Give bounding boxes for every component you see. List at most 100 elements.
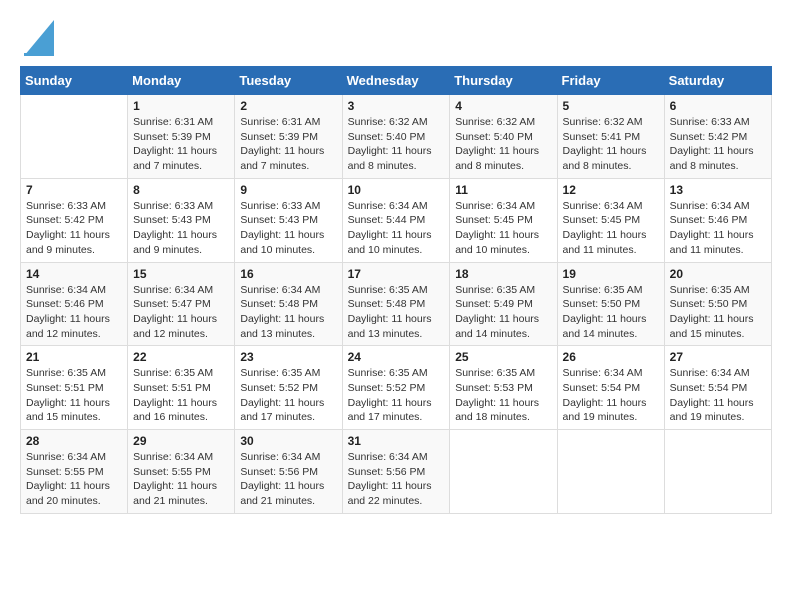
- day-number: 7: [26, 183, 122, 197]
- day-info: Sunrise: 6:34 AM Sunset: 5:55 PM Dayligh…: [26, 450, 122, 509]
- day-number: 5: [563, 99, 659, 113]
- day-cell: 8 Sunrise: 6:33 AM Sunset: 5:43 PM Daylig…: [128, 178, 235, 262]
- day-info: Sunrise: 6:34 AM Sunset: 5:46 PM Dayligh…: [670, 199, 766, 258]
- day-cell: 20 Sunrise: 6:35 AM Sunset: 5:50 PM Dayli…: [664, 262, 771, 346]
- day-number: 13: [670, 183, 766, 197]
- day-cell: 16 Sunrise: 6:34 AM Sunset: 5:48 PM Dayli…: [235, 262, 342, 346]
- day-cell: 6Sunrise: 6:33 AM Sunset: 5:42 PM Daylig…: [664, 95, 771, 179]
- day-number: 2: [240, 99, 336, 113]
- day-info: Sunrise: 6:33 AM Sunset: 5:42 PM Dayligh…: [26, 199, 122, 258]
- header-cell-monday: Monday: [128, 67, 235, 95]
- day-number: 27: [670, 350, 766, 364]
- day-number: 15: [133, 267, 229, 281]
- day-cell: 24 Sunrise: 6:35 AM Sunset: 5:52 PM Dayli…: [342, 346, 450, 430]
- day-cell: 17 Sunrise: 6:35 AM Sunset: 5:48 PM Dayli…: [342, 262, 450, 346]
- day-number: 16: [240, 267, 336, 281]
- day-info: Sunrise: 6:32 AM Sunset: 5:41 PM Dayligh…: [563, 115, 659, 174]
- day-info: Sunrise: 6:34 AM Sunset: 5:47 PM Dayligh…: [133, 283, 229, 342]
- page-header: [20, 20, 772, 56]
- day-number: 20: [670, 267, 766, 281]
- day-cell: 12 Sunrise: 6:34 AM Sunset: 5:45 PM Dayli…: [557, 178, 664, 262]
- day-number: 12: [563, 183, 659, 197]
- day-number: 17: [348, 267, 445, 281]
- logo: [20, 20, 54, 56]
- day-cell: 23 Sunrise: 6:35 AM Sunset: 5:52 PM Dayli…: [235, 346, 342, 430]
- day-cell: 31 Sunrise: 6:34 AM Sunset: 5:56 PM Dayli…: [342, 430, 450, 514]
- day-cell: 27Sunrise: 6:34 AM Sunset: 5:54 PM Dayli…: [664, 346, 771, 430]
- day-info: Sunrise: 6:35 AM Sunset: 5:52 PM Dayligh…: [240, 366, 336, 425]
- day-number: 8: [133, 183, 229, 197]
- week-row-1: 1 Sunrise: 6:31 AM Sunset: 5:39 PM Daylig…: [21, 95, 772, 179]
- day-number: 19: [563, 267, 659, 281]
- day-cell: 29 Sunrise: 6:34 AM Sunset: 5:55 PM Dayli…: [128, 430, 235, 514]
- week-row-3: 14Sunrise: 6:34 AM Sunset: 5:46 PM Dayli…: [21, 262, 772, 346]
- calendar-header: SundayMondayTuesdayWednesdayThursdayFrid…: [21, 67, 772, 95]
- day-cell: 11Sunrise: 6:34 AM Sunset: 5:45 PM Dayli…: [450, 178, 557, 262]
- day-cell: 26 Sunrise: 6:34 AM Sunset: 5:54 PM Dayli…: [557, 346, 664, 430]
- day-info: Sunrise: 6:34 AM Sunset: 5:44 PM Dayligh…: [348, 199, 445, 258]
- day-number: 29: [133, 434, 229, 448]
- week-row-5: 28 Sunrise: 6:34 AM Sunset: 5:55 PM Dayli…: [21, 430, 772, 514]
- calendar-table: SundayMondayTuesdayWednesdayThursdayFrid…: [20, 66, 772, 514]
- day-cell: 15 Sunrise: 6:34 AM Sunset: 5:47 PM Dayli…: [128, 262, 235, 346]
- day-cell: 14Sunrise: 6:34 AM Sunset: 5:46 PM Dayli…: [21, 262, 128, 346]
- day-cell: 4 Sunrise: 6:32 AM Sunset: 5:40 PM Daylig…: [450, 95, 557, 179]
- day-info: Sunrise: 6:35 AM Sunset: 5:51 PM Dayligh…: [26, 366, 122, 425]
- day-info: Sunrise: 6:34 AM Sunset: 5:48 PM Dayligh…: [240, 283, 336, 342]
- day-info: Sunrise: 6:33 AM Sunset: 5:43 PM Dayligh…: [240, 199, 336, 258]
- header-row: SundayMondayTuesdayWednesdayThursdayFrid…: [21, 67, 772, 95]
- day-cell: 22 Sunrise: 6:35 AM Sunset: 5:51 PM Dayli…: [128, 346, 235, 430]
- day-cell: 25 Sunrise: 6:35 AM Sunset: 5:53 PM Dayli…: [450, 346, 557, 430]
- day-cell: 9Sunrise: 6:33 AM Sunset: 5:43 PM Daylig…: [235, 178, 342, 262]
- day-info: Sunrise: 6:35 AM Sunset: 5:50 PM Dayligh…: [670, 283, 766, 342]
- day-cell: 13 Sunrise: 6:34 AM Sunset: 5:46 PM Dayli…: [664, 178, 771, 262]
- header-cell-friday: Friday: [557, 67, 664, 95]
- week-row-2: 7 Sunrise: 6:33 AM Sunset: 5:42 PM Daylig…: [21, 178, 772, 262]
- day-cell: 21 Sunrise: 6:35 AM Sunset: 5:51 PM Dayli…: [21, 346, 128, 430]
- day-number: 23: [240, 350, 336, 364]
- logo-icon: [24, 20, 54, 56]
- day-cell: 18 Sunrise: 6:35 AM Sunset: 5:49 PM Dayli…: [450, 262, 557, 346]
- day-info: Sunrise: 6:35 AM Sunset: 5:52 PM Dayligh…: [348, 366, 445, 425]
- day-number: 21: [26, 350, 122, 364]
- day-info: Sunrise: 6:35 AM Sunset: 5:48 PM Dayligh…: [348, 283, 445, 342]
- day-info: Sunrise: 6:32 AM Sunset: 5:40 PM Dayligh…: [455, 115, 551, 174]
- day-number: 18: [455, 267, 551, 281]
- header-cell-sunday: Sunday: [21, 67, 128, 95]
- day-number: 1: [133, 99, 229, 113]
- day-info: Sunrise: 6:35 AM Sunset: 5:49 PM Dayligh…: [455, 283, 551, 342]
- day-number: 4: [455, 99, 551, 113]
- day-number: 31: [348, 434, 445, 448]
- day-info: Sunrise: 6:31 AM Sunset: 5:39 PM Dayligh…: [240, 115, 336, 174]
- day-number: 28: [26, 434, 122, 448]
- day-cell: 28 Sunrise: 6:34 AM Sunset: 5:55 PM Dayli…: [21, 430, 128, 514]
- day-number: 22: [133, 350, 229, 364]
- calendar-body: 1 Sunrise: 6:31 AM Sunset: 5:39 PM Daylig…: [21, 95, 772, 514]
- day-cell: [21, 95, 128, 179]
- header-cell-saturday: Saturday: [664, 67, 771, 95]
- day-info: Sunrise: 6:34 AM Sunset: 5:45 PM Dayligh…: [563, 199, 659, 258]
- day-cell: 19 Sunrise: 6:35 AM Sunset: 5:50 PM Dayli…: [557, 262, 664, 346]
- day-number: 25: [455, 350, 551, 364]
- day-cell: 1Sunrise: 6:31 AM Sunset: 5:39 PM Daylig…: [128, 95, 235, 179]
- day-number: 10: [348, 183, 445, 197]
- day-number: 26: [563, 350, 659, 364]
- day-cell: 30Sunrise: 6:34 AM Sunset: 5:56 PM Dayli…: [235, 430, 342, 514]
- day-info: Sunrise: 6:33 AM Sunset: 5:43 PM Dayligh…: [133, 199, 229, 258]
- day-info: Sunrise: 6:35 AM Sunset: 5:53 PM Dayligh…: [455, 366, 551, 425]
- day-cell: [664, 430, 771, 514]
- day-info: Sunrise: 6:35 AM Sunset: 5:51 PM Dayligh…: [133, 366, 229, 425]
- day-info: Sunrise: 6:35 AM Sunset: 5:50 PM Dayligh…: [563, 283, 659, 342]
- header-cell-tuesday: Tuesday: [235, 67, 342, 95]
- header-cell-thursday: Thursday: [450, 67, 557, 95]
- day-cell: 7 Sunrise: 6:33 AM Sunset: 5:42 PM Daylig…: [21, 178, 128, 262]
- day-info: Sunrise: 6:34 AM Sunset: 5:46 PM Dayligh…: [26, 283, 122, 342]
- week-row-4: 21 Sunrise: 6:35 AM Sunset: 5:51 PM Dayli…: [21, 346, 772, 430]
- day-cell: 3Sunrise: 6:32 AM Sunset: 5:40 PM Daylig…: [342, 95, 450, 179]
- day-info: Sunrise: 6:34 AM Sunset: 5:56 PM Dayligh…: [348, 450, 445, 509]
- day-info: Sunrise: 6:34 AM Sunset: 5:55 PM Dayligh…: [133, 450, 229, 509]
- day-number: 24: [348, 350, 445, 364]
- day-info: Sunrise: 6:34 AM Sunset: 5:54 PM Dayligh…: [563, 366, 659, 425]
- day-number: 30: [240, 434, 336, 448]
- day-cell: 2 Sunrise: 6:31 AM Sunset: 5:39 PM Daylig…: [235, 95, 342, 179]
